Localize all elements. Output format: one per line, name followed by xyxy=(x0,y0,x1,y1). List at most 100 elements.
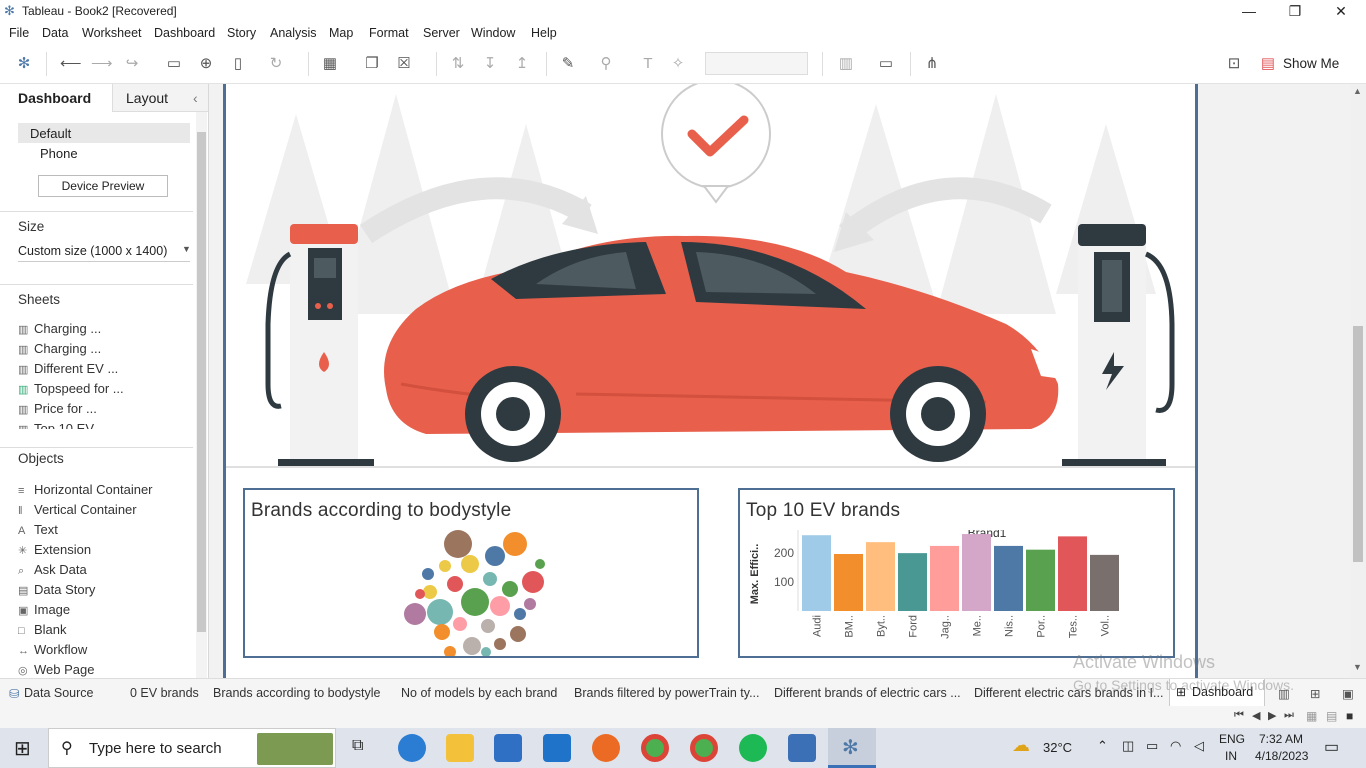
collapse-pane-icon[interactable]: ‹ xyxy=(193,84,198,112)
show-me-button[interactable]: Show Me xyxy=(1283,56,1339,71)
bar[interactable] xyxy=(802,535,831,611)
bar[interactable] xyxy=(994,545,1023,611)
menu-file[interactable]: File xyxy=(9,26,29,40)
sort-descending-icon[interactable]: ↥ xyxy=(512,54,532,74)
clear-sheet-icon[interactable]: ☒ xyxy=(394,54,414,74)
sheet-sorter-icon[interactable]: ▦ xyxy=(1306,709,1317,723)
bar[interactable] xyxy=(1058,536,1087,611)
bubble-mark[interactable] xyxy=(483,572,497,586)
undo-icon[interactable]: ⟵ xyxy=(60,54,82,74)
tab-layout[interactable]: Layout xyxy=(126,84,168,112)
menu-server[interactable]: Server xyxy=(423,26,460,40)
last-sheet-icon[interactable]: ⏭ xyxy=(1284,709,1294,722)
bubble-mark[interactable] xyxy=(427,599,453,625)
edge-icon[interactable] xyxy=(398,734,426,762)
bubble-mark[interactable] xyxy=(461,555,479,573)
tableau-taskbar-button[interactable]: ✻ xyxy=(828,728,876,768)
bar[interactable] xyxy=(866,542,895,611)
bubble-mark[interactable] xyxy=(447,576,463,592)
file-explorer-icon[interactable] xyxy=(446,734,474,762)
object-item[interactable]: ‖ Vertical Container xyxy=(18,502,137,517)
bubble-mark[interactable] xyxy=(404,603,426,625)
windows-start-icon[interactable]: ⊞ xyxy=(14,736,31,761)
wifi-icon[interactable]: ◠ xyxy=(1170,738,1181,754)
filmstrip-icon[interactable]: ▤ xyxy=(1326,709,1337,723)
battery-icon[interactable]: ▭ xyxy=(1146,738,1158,754)
data-source-tab[interactable]: Data Source xyxy=(24,686,93,700)
new-worksheet-icon[interactable]: ▦ xyxy=(320,54,340,74)
size-dropdown[interactable]: Custom size (1000 x 1400) xyxy=(18,244,167,258)
bubble-mark[interactable] xyxy=(481,647,491,656)
sheet-item[interactable]: ▥Top 10 EV xyxy=(18,421,94,429)
bubble-mark[interactable] xyxy=(502,581,518,597)
menu-analysis[interactable]: Analysis xyxy=(270,26,317,40)
show-me-icon[interactable]: ▤ xyxy=(1258,54,1278,74)
bubble-mark[interactable] xyxy=(439,560,451,572)
format-painter-icon[interactable]: ⊡ xyxy=(1224,54,1244,74)
weather-icon[interactable]: ☁ xyxy=(1012,735,1030,756)
task-view-icon[interactable]: ⧉ xyxy=(352,737,363,755)
show-cards-icon[interactable]: ▥ xyxy=(836,54,856,74)
bubble-mark[interactable] xyxy=(485,546,505,566)
redo-icon[interactable]: ⟶ xyxy=(91,54,113,74)
language-code[interactable]: ENG xyxy=(1219,732,1245,746)
sheet-item[interactable]: ▥ Charging ... xyxy=(18,341,101,356)
menu-format[interactable]: Format xyxy=(369,26,409,40)
object-item[interactable]: ▣ Image xyxy=(18,602,70,617)
new-story-tab-icon[interactable]: ▣ xyxy=(1342,686,1354,701)
object-item[interactable]: ⌕ Ask Data xyxy=(18,562,87,578)
bar[interactable] xyxy=(898,553,927,611)
notification-icon[interactable]: ▭ xyxy=(1324,737,1339,757)
minimize-button[interactable]: — xyxy=(1226,0,1272,22)
spotify-icon[interactable] xyxy=(739,734,767,762)
weather-temp[interactable]: 32°C xyxy=(1043,740,1072,755)
sheet-item[interactable]: ▥ Price for ... xyxy=(18,401,97,416)
bubble-mark[interactable] xyxy=(490,596,510,616)
object-item[interactable]: ≡ Horizontal Container xyxy=(18,482,153,497)
bubble-mark[interactable] xyxy=(535,559,545,569)
clock-time[interactable]: 7:32 AM xyxy=(1259,732,1303,746)
pin-icon[interactable]: ✧ xyxy=(668,54,688,74)
object-item[interactable]: ↔ Workflow xyxy=(18,642,87,657)
device-phone[interactable]: Phone xyxy=(40,146,78,161)
sheet-item[interactable]: ▥ Topspeed for ... xyxy=(18,381,124,396)
share-icon[interactable]: ⋔ xyxy=(922,54,942,74)
device-preview-button[interactable]: Device Preview xyxy=(38,175,168,197)
bubble-mark[interactable] xyxy=(415,589,425,599)
bubble-mark[interactable] xyxy=(444,530,472,558)
show-hidden-icons[interactable]: ⌃ xyxy=(1097,738,1108,754)
sheet-item[interactable]: ▥ Charging ... xyxy=(18,321,101,336)
menu-help[interactable]: Help xyxy=(531,26,557,40)
bar[interactable] xyxy=(1026,549,1055,611)
bubble-mark[interactable] xyxy=(481,619,495,633)
fit-dropdown[interactable] xyxy=(705,52,808,75)
bubble-mark[interactable] xyxy=(463,637,481,655)
firefox-icon[interactable] xyxy=(592,734,620,762)
refresh-icon[interactable]: ↻ xyxy=(266,54,286,74)
bubble-mark[interactable] xyxy=(422,568,434,580)
bar-chart[interactable]: Brand1Max. Effici..100200AudiBM..Byt..Fo… xyxy=(740,530,1173,656)
group-icon[interactable]: ⚲ xyxy=(596,54,616,74)
store-icon[interactable] xyxy=(494,734,522,762)
bubble-mark[interactable] xyxy=(461,588,489,616)
object-item[interactable]: ▤ Data Story xyxy=(18,582,95,597)
sheet-tab[interactable]: Brands filtered by powerTrain ty... xyxy=(574,686,760,700)
volume-icon[interactable]: ◁ xyxy=(1194,738,1204,754)
bubble-mark[interactable] xyxy=(522,571,544,593)
photos-icon[interactable] xyxy=(788,734,816,762)
bar[interactable] xyxy=(930,545,959,611)
scroll-thumb[interactable] xyxy=(1353,326,1363,562)
bubble-mark[interactable] xyxy=(524,598,536,610)
device-default[interactable]: Default xyxy=(30,126,71,141)
chrome-profile-icon[interactable] xyxy=(690,734,718,762)
bubble-mark[interactable] xyxy=(453,617,467,631)
menu-map[interactable]: Map xyxy=(329,26,353,40)
menu-story[interactable]: Story xyxy=(227,26,256,40)
object-item[interactable]: ◎ Web Page xyxy=(18,662,94,677)
presentation-mode-icon[interactable]: ▭ xyxy=(876,54,896,74)
duplicate-sheet-icon[interactable]: ❐ xyxy=(362,54,382,74)
menu-worksheet[interactable]: Worksheet xyxy=(82,26,142,40)
pause-updates-icon[interactable]: ▯ xyxy=(228,54,248,74)
canvas-scrollbar[interactable]: ▲ ▼ xyxy=(1350,84,1366,678)
bar[interactable] xyxy=(1090,554,1119,611)
